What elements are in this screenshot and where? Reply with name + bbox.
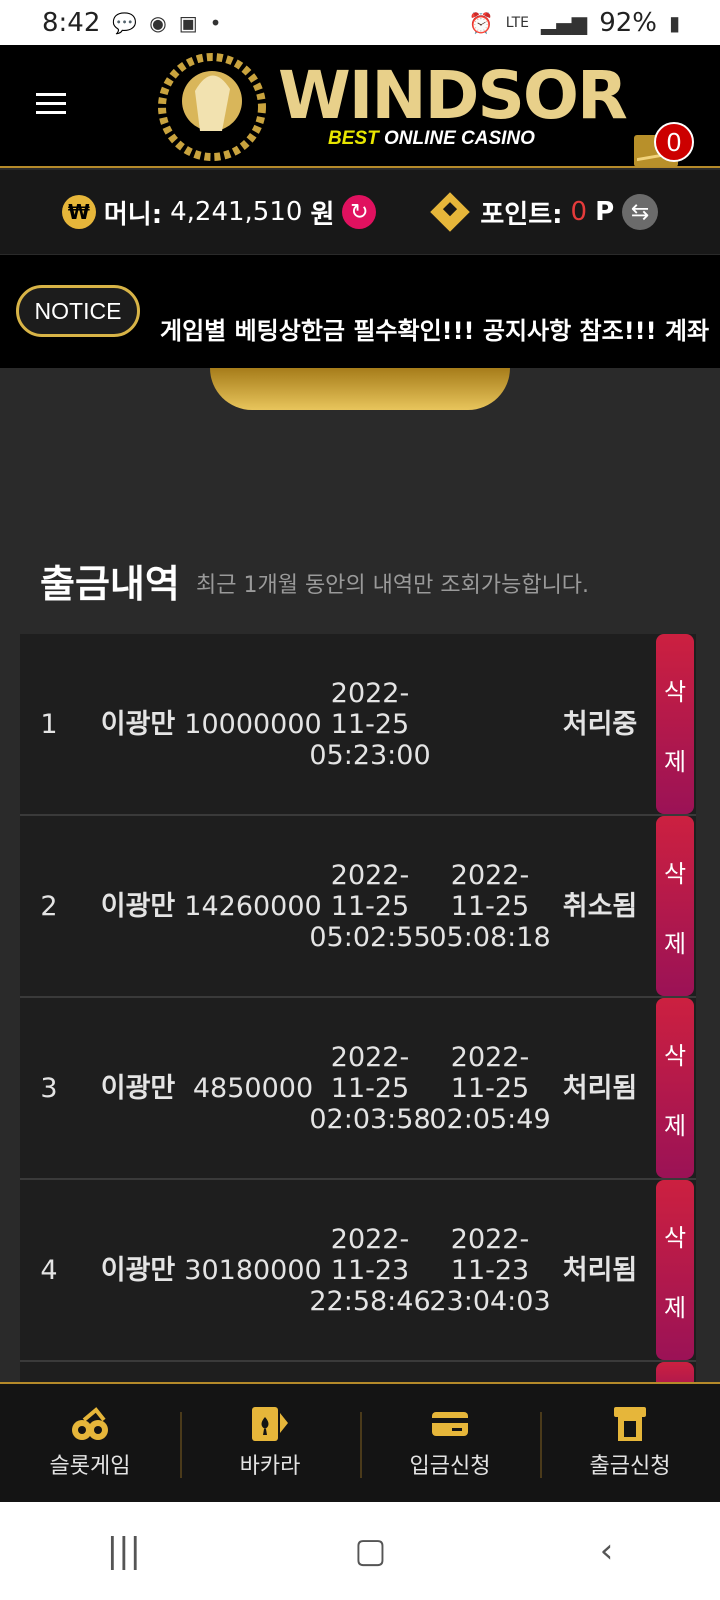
shopping-bag-icon: ▣: [178, 10, 198, 35]
deposit-card-icon: [430, 1406, 470, 1442]
row-amount: 10000000: [184, 708, 322, 740]
mail-count-badge[interactable]: 0: [654, 122, 694, 162]
row-number: 1: [40, 708, 58, 740]
balance-bar: ₩ 머니: 4,241,510 원 ↻ 포인트: 0 P ⇆: [0, 170, 720, 254]
row-name: 이광만: [100, 890, 176, 922]
row-processed-date: 2022- 11-25 02:05:49: [429, 1041, 551, 1135]
money-group: ₩ 머니: 4,241,510 원 ↻: [61, 194, 377, 231]
logo-text: WINDSOR: [278, 57, 628, 134]
row-name: 이광만: [100, 1254, 176, 1286]
nav-withdraw[interactable]: 출금신청: [540, 1384, 720, 1502]
delete-label-bottom: 제: [663, 747, 687, 776]
row-processed-date: 2022- 11-23 23:04:03: [429, 1223, 551, 1317]
exchange-icon[interactable]: ⇆: [622, 194, 659, 230]
app-header: WINDSOR BEST ONLINE CASINO 0: [0, 45, 720, 168]
points-value: 0: [570, 197, 588, 227]
delete-button[interactable]: 삭제: [656, 1180, 694, 1360]
points-group: 포인트: 0 P ⇆: [430, 192, 659, 232]
notice-bar: NOTICE 게임별 베팅상한금 필수확인!!! 공지사항 참조!!! 계좌: [0, 255, 720, 368]
row-processed-date: [432, 634, 548, 814]
page-subtitle: 최근 1개월 동안의 내역만 조회가능합니다.: [196, 573, 590, 598]
nav-slot-games[interactable]: 슬롯게임: [0, 1384, 180, 1502]
delete-label-top: 삭: [663, 1041, 687, 1070]
nav-label: 입금신청: [409, 1454, 491, 1479]
row-number: 2: [40, 890, 58, 922]
row-request-date: 2022- 11-25 05:02:55: [309, 859, 431, 953]
withdraw-atm-icon: [610, 1406, 650, 1442]
logo-subtitle: BEST ONLINE CASINO: [328, 128, 535, 149]
delete-label-top: 삭: [663, 1223, 687, 1252]
row-number: 3: [40, 1072, 58, 1104]
nav-baccarat[interactable]: 바카라: [180, 1384, 360, 1502]
row-status: 처리중: [562, 708, 638, 740]
talk-icon: 💬: [112, 10, 138, 35]
row-amount: 4850000: [192, 1072, 314, 1104]
delete-button[interactable]: 삭제: [656, 816, 694, 996]
location-icon: ◉: [149, 10, 167, 35]
battery-percent: 92%: [599, 7, 657, 38]
money-unit: 원: [310, 199, 335, 230]
home-icon[interactable]: ▢: [354, 1531, 386, 1571]
row-status: 처리됨: [562, 1072, 638, 1104]
signal-icon: ▂▄▆: [541, 10, 588, 35]
row-request-date: 2022- 11-25 05:23:00: [309, 677, 431, 771]
table-row: 1 이광만 10000000 2022- 11-25 05:23:00 처리중 삭 제: [20, 634, 696, 816]
alarm-icon: ⏰: [468, 10, 494, 35]
row-amount: 30180000: [184, 1254, 322, 1286]
system-nav-bar: ||| ▢ ‹: [0, 1502, 720, 1600]
lte-label: LTE: [505, 14, 530, 31]
points-unit: P: [595, 197, 615, 227]
action-button-partial[interactable]: [210, 368, 510, 410]
status-time: 8:42: [42, 7, 101, 38]
table-row: 4 이광만 30180000 2022- 11-23 22:58:46 2022- 11…: [20, 1180, 696, 1362]
delete-label-bottom: 제: [663, 1293, 687, 1322]
menu-icon[interactable]: [36, 93, 66, 115]
delete-label-top: 삭: [663, 859, 687, 888]
logo[interactable]: WINDSOR BEST ONLINE CASINO: [150, 51, 628, 163]
refresh-icon[interactable]: ↻: [342, 195, 377, 229]
delete-label-top: 삭: [663, 677, 687, 706]
points-label: 포인트:: [480, 199, 563, 230]
recent-apps-icon[interactable]: |||: [107, 1531, 141, 1571]
back-icon[interactable]: ‹: [600, 1531, 614, 1571]
dot-icon: •: [209, 10, 222, 35]
row-request-date: 2022- 11-23 22:58:46: [309, 1223, 431, 1317]
status-bar: 8:42 💬 ◉ ▣ • ⏰ LTE ▂▄▆ 92% ▮: [0, 0, 720, 45]
laurel-wreath-icon: [158, 53, 266, 161]
notice-text: 게임별 베팅상한금 필수확인!!! 공지사항 참조!!! 계좌: [160, 317, 710, 345]
nav-deposit[interactable]: 입금신청: [360, 1384, 540, 1502]
money-value: 4,241,510: [170, 197, 303, 227]
bottom-nav: 슬롯게임 바카라 입금신청 출금신청: [0, 1382, 720, 1502]
card-icon: [250, 1406, 290, 1442]
money-label: 머니:: [103, 199, 163, 230]
row-amount: 14260000: [184, 890, 322, 922]
delete-label-bottom: 제: [663, 929, 687, 958]
battery-icon: ▮: [668, 10, 680, 35]
diamond-icon: [430, 192, 471, 232]
row-name: 이광만: [100, 1072, 176, 1104]
won-coin-icon: ₩: [61, 195, 96, 229]
page-title: 출금내역: [40, 562, 180, 606]
nav-label: 출금신청: [589, 1454, 671, 1479]
row-status: 처리됨: [562, 1254, 638, 1286]
row-name: 이광만: [100, 708, 176, 740]
notice-label: NOTICE: [16, 285, 140, 337]
row-number: 4: [40, 1254, 58, 1286]
row-status: 취소됨: [562, 890, 638, 922]
delete-button[interactable]: 삭제: [656, 634, 694, 814]
table-row: 2 이광만 14260000 2022- 11-25 05:02:55 2022- 11…: [20, 816, 696, 998]
nav-label: 바카라: [239, 1454, 301, 1479]
delete-button[interactable]: 삭제: [656, 998, 694, 1178]
slot-icon: [70, 1406, 110, 1442]
row-request-date: 2022- 11-25 02:03:58: [309, 1041, 431, 1135]
delete-label-bottom: 제: [663, 1111, 687, 1140]
table-row: 3 이광만 4850000 2022- 11-25 02:03:58 2022- 11-…: [20, 998, 696, 1180]
nav-label: 슬롯게임: [49, 1454, 131, 1479]
row-processed-date: 2022- 11-25 05:08:18: [429, 859, 551, 953]
withdrawal-table: 1 이광만 10000000 2022- 11-25 05:23:00 처리중 삭 제 2 이광…: [20, 634, 696, 1392]
